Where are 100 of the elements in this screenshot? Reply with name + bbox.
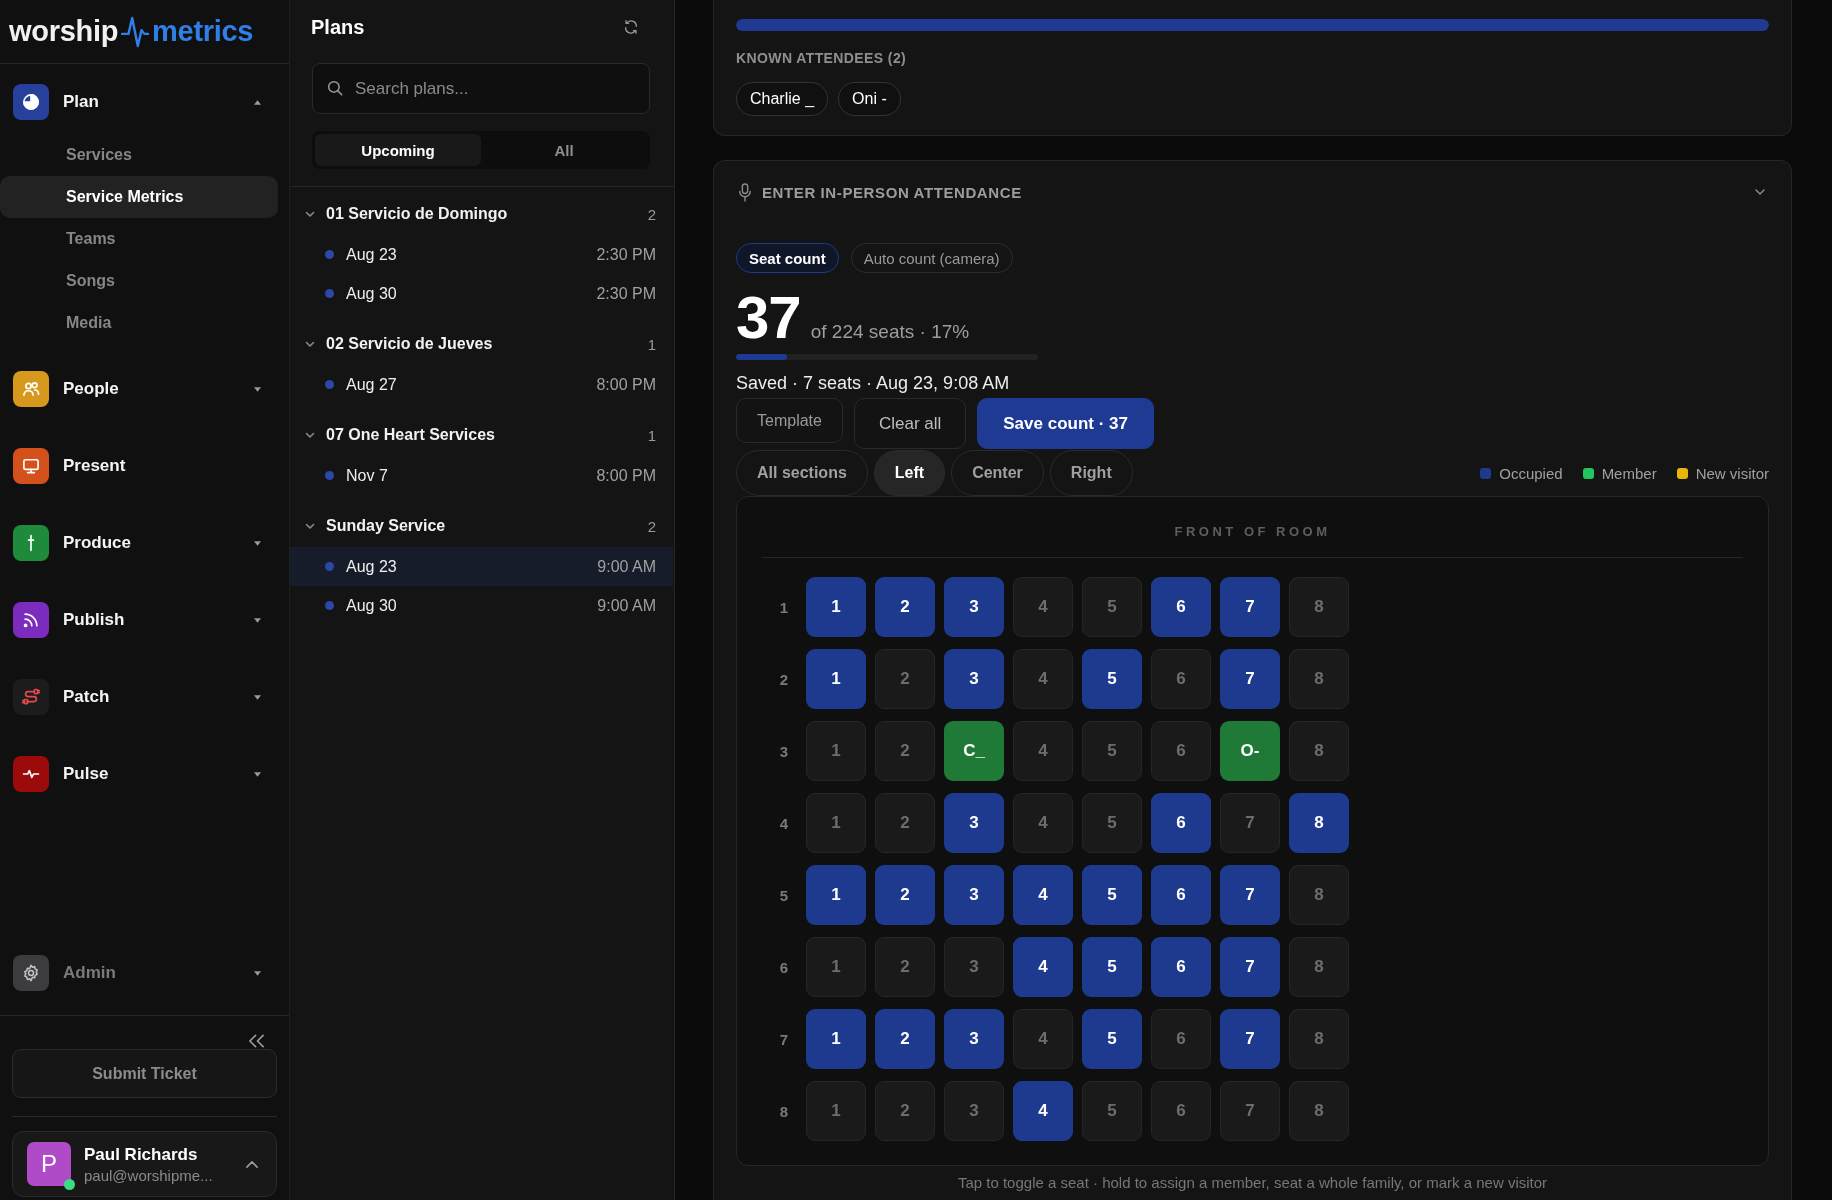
plan-row[interactable]: Aug 23 2:30 PM (290, 235, 673, 274)
status-dot-icon (325, 562, 334, 571)
seat[interactable]: 6 (1151, 865, 1211, 925)
seat[interactable]: 1 (806, 1009, 866, 1069)
seat[interactable]: O- (1220, 721, 1280, 781)
search-field[interactable]: Search plans... (312, 63, 650, 114)
tab[interactable]: Upcoming (315, 134, 481, 166)
seat[interactable]: C_ (944, 721, 1004, 781)
attendee-chip[interactable]: Charlie _ (736, 82, 829, 116)
status-dot-icon (325, 601, 334, 610)
plan-row[interactable]: Aug 30 9:00 AM (290, 586, 673, 625)
chevron-down-icon[interactable] (305, 209, 315, 219)
plan-row[interactable]: Aug 27 8:00 PM (290, 365, 673, 404)
tab[interactable]: All (481, 134, 647, 166)
submit-ticket-button[interactable]: Submit Ticket (12, 1049, 277, 1098)
card-title: ENTER IN-PERSON ATTENDANCE (762, 183, 1022, 201)
seat[interactable]: 6 (1151, 793, 1211, 853)
plan-date: Aug 27 (346, 375, 398, 394)
nav-item[interactable]: Patch (0, 675, 289, 719)
seat[interactable]: 1 (806, 649, 866, 709)
seat[interactable]: 7 (1220, 649, 1280, 709)
nav-item[interactable]: Present (0, 444, 289, 488)
seat[interactable]: 5 (1082, 649, 1142, 709)
seat[interactable]: 3 (944, 1009, 1004, 1069)
plan-count: 2 (647, 205, 656, 223)
seat[interactable]: 3 (944, 649, 1004, 709)
section-tab[interactable]: Left (873, 450, 946, 496)
row-label: 7 (778, 1030, 790, 1048)
clear-all-button[interactable]: Clear all (853, 398, 967, 449)
seat[interactable]: 7 (1220, 577, 1280, 637)
seat[interactable]: 1 (806, 577, 866, 637)
plan-date: Nov 7 (346, 466, 389, 485)
seat[interactable]: 8 (1289, 793, 1349, 853)
refresh-icon[interactable] (623, 19, 639, 35)
chevron-down-icon[interactable] (1755, 189, 1765, 195)
nav-item[interactable]: Pulse (0, 752, 289, 796)
front-of-room-label: FRONT OF ROOM (1174, 524, 1331, 540)
row-label: 6 (778, 958, 790, 976)
plan-time: 2:30 PM (596, 284, 656, 303)
attendee-chip[interactable]: Oni - (838, 82, 901, 116)
nav-subitem[interactable]: Service Metrics (0, 176, 278, 218)
group-title: 01 Servicio de Domingo (326, 205, 509, 223)
seat[interactable]: 3 (944, 793, 1004, 853)
nav-subitem[interactable]: Media (0, 302, 278, 344)
seat[interactable]: 3 (944, 577, 1004, 637)
template-button[interactable]: Template (736, 398, 843, 443)
logo-wordmark: metrics (152, 15, 254, 48)
seat[interactable]: 5 (1082, 1009, 1142, 1069)
chevron-down-icon[interactable] (305, 430, 315, 440)
nav-item[interactable]: People (0, 367, 289, 411)
seat[interactable]: 5 (1082, 865, 1142, 925)
plan-count: 2 (647, 517, 656, 535)
chevron-down-icon[interactable] (305, 339, 315, 349)
status-dot-icon (325, 250, 334, 259)
plan-row[interactable]: Nov 7 8:00 PM (290, 456, 673, 495)
seat[interactable]: 5 (1082, 937, 1142, 997)
seat[interactable]: 7 (1220, 1009, 1280, 1069)
save-status: Saved · 7 seats · Aug 23, 9:08 AM (736, 372, 1010, 394)
legend-label: Member (1601, 464, 1657, 482)
save-count-button[interactable]: Save count · 37 (977, 398, 1154, 449)
microphone-icon (738, 182, 752, 202)
row-label: 4 (778, 814, 790, 832)
seat[interactable]: 3 (944, 865, 1004, 925)
seat[interactable]: 1 (806, 865, 866, 925)
plan-row[interactable]: Aug 30 2:30 PM (290, 274, 673, 313)
seat[interactable]: 2 (875, 577, 935, 637)
user-name: Paul Richards (84, 1144, 198, 1165)
nav-item[interactable]: Plan (0, 80, 289, 124)
nav-subitem[interactable]: Songs (0, 260, 278, 302)
seat[interactable]: 6 (1151, 937, 1211, 997)
seat[interactable]: 7 (1220, 865, 1280, 925)
plan-count: 1 (647, 426, 656, 444)
seat[interactable]: 7 (1220, 937, 1280, 997)
avatar: P (27, 1142, 71, 1186)
user-card[interactable]: P Paul Richards paul@worshipme... (12, 1131, 277, 1197)
seat[interactable]: 4 (1013, 865, 1073, 925)
seat[interactable]: 2 (875, 1009, 935, 1069)
mode-tab[interactable]: Seat count (736, 243, 839, 273)
nav-subitem[interactable]: Services (0, 134, 278, 176)
nav-subitem[interactable]: Teams (0, 218, 278, 260)
status-dot-icon (325, 289, 334, 298)
row-label: 5 (778, 886, 790, 904)
nav-item[interactable]: Publish (0, 598, 289, 642)
seat[interactable]: 4 (1013, 937, 1073, 997)
plan-time: 9:00 AM (597, 596, 656, 615)
plan-row[interactable]: Aug 23 9:00 AM (290, 547, 673, 586)
nav-item[interactable]: Produce (0, 521, 289, 565)
search-icon (326, 79, 344, 97)
plan-time: 2:30 PM (596, 245, 656, 264)
double-chevron-left-icon[interactable] (248, 1034, 265, 1048)
plan-time: 8:00 PM (596, 466, 656, 485)
group-title: 02 Servicio de Jueves (326, 335, 494, 353)
seat[interactable]: 6 (1151, 577, 1211, 637)
plan-count: 1 (647, 335, 656, 353)
seat[interactable]: 2 (875, 865, 935, 925)
chevron-down-icon[interactable] (305, 521, 315, 531)
plan-time: 9:00 AM (597, 557, 656, 576)
section-heading: KNOWN ATTENDEES (2) (736, 50, 907, 67)
seat-count-detail: of 224 seats · 17% (810, 321, 970, 343)
seat[interactable]: 4 (1013, 1081, 1073, 1141)
